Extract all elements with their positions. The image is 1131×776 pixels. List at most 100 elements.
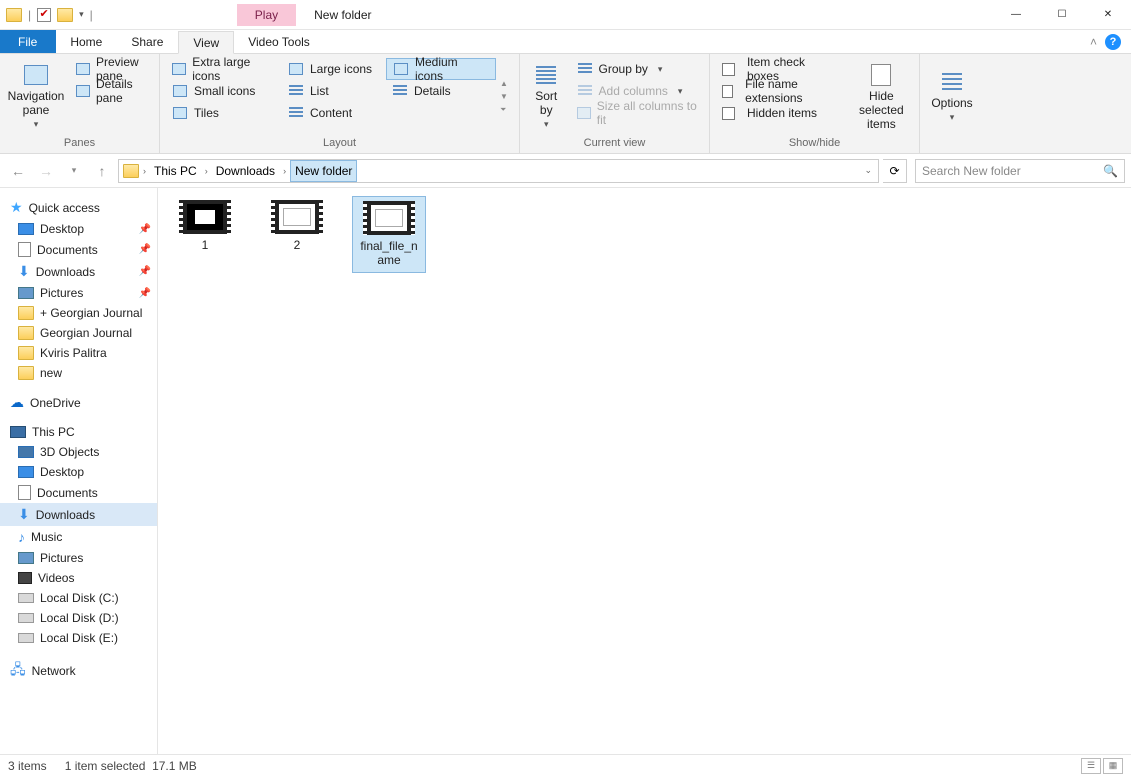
search-box[interactable]: Search New folder 🔍: [915, 159, 1125, 183]
folder-icon[interactable]: [57, 8, 73, 22]
label: Georgian Journal: [40, 326, 132, 340]
window-title: New folder: [314, 8, 371, 22]
details-button[interactable]: Details: [386, 80, 496, 102]
tree-georgian-plus[interactable]: + Georgian Journal: [0, 303, 157, 323]
small-icons-button[interactable]: Small icons: [166, 80, 278, 102]
tree-local-c[interactable]: Local Disk (C:): [0, 588, 157, 608]
label: Pictures: [40, 286, 83, 300]
downloads-icon: ⬇: [18, 263, 30, 280]
details-pane-button[interactable]: Details pane: [70, 80, 153, 102]
tab-file[interactable]: File: [0, 30, 56, 53]
close-button[interactable]: ✕: [1085, 0, 1131, 30]
tab-video-tools[interactable]: Video Tools: [234, 30, 325, 53]
label: OneDrive: [30, 396, 81, 410]
qat-dropdown-icon[interactable]: ▾: [79, 9, 84, 20]
tree-3d-objects[interactable]: 3D Objects: [0, 442, 157, 462]
recent-locations-button[interactable]: ▾: [62, 159, 86, 183]
options-button[interactable]: Options ▾: [926, 58, 978, 135]
large-icons-button[interactable]: Large icons: [282, 58, 382, 80]
tab-home[interactable]: Home: [56, 30, 117, 53]
help-icon[interactable]: ?: [1105, 34, 1121, 50]
tree-georgian[interactable]: Georgian Journal: [0, 323, 157, 343]
hidden-items-toggle[interactable]: Hidden items: [716, 102, 846, 124]
file-name-extensions-toggle[interactable]: File name extensions: [716, 80, 846, 102]
file-item-2[interactable]: 2: [260, 196, 334, 256]
tiles-button[interactable]: Tiles: [166, 102, 278, 124]
collapse-ribbon-icon[interactable]: ˄: [1090, 35, 1097, 49]
label: Pictures: [40, 551, 83, 565]
checkbox-icon[interactable]: ✔: [37, 8, 51, 22]
tree-quick-access[interactable]: ★Quick access: [0, 196, 157, 219]
sort-by-button[interactable]: Sort by ▾: [526, 58, 567, 135]
breadcrumb-downloads[interactable]: Downloads: [212, 160, 279, 182]
back-button[interactable]: ←: [6, 159, 30, 183]
tree-music[interactable]: ♪Music: [0, 526, 157, 548]
sort-by-label: Sort by: [530, 89, 563, 117]
tree-kviris[interactable]: Kviris Palitra: [0, 343, 157, 363]
scroll-down-icon[interactable]: ▼: [500, 92, 508, 101]
tree-network[interactable]: 🖧Network: [0, 656, 157, 686]
navigation-pane-button[interactable]: Navigation pane ▾: [6, 58, 66, 135]
video-icon: [18, 572, 32, 584]
titlebar: | ✔ ▾ | Play New folder — ☐ ✕: [0, 0, 1131, 30]
group-label-current-view: Current view: [526, 135, 703, 153]
search-icon: 🔍: [1103, 164, 1118, 178]
scroll-up-icon[interactable]: ▲: [500, 79, 508, 88]
tree-desktop2[interactable]: Desktop: [0, 462, 157, 482]
address-dropdown-icon[interactable]: ⌄: [862, 165, 874, 176]
video-thumb-icon: [367, 201, 411, 235]
tree-downloads[interactable]: ⬇Downloads📌: [0, 260, 157, 283]
contextual-tab-play[interactable]: Play: [237, 4, 296, 26]
breadcrumb-this-pc[interactable]: This PC: [150, 160, 201, 182]
tree-local-e[interactable]: Local Disk (E:): [0, 628, 157, 648]
medium-icons-button[interactable]: Medium icons: [386, 58, 496, 80]
file-pane[interactable]: 1 2 final_file_name: [158, 188, 1131, 754]
search-placeholder: Search New folder: [922, 164, 1021, 178]
label: Quick access: [29, 201, 100, 215]
size-all-columns-button: Size all columns to fit: [571, 102, 703, 124]
tree-documents[interactable]: Documents📌: [0, 239, 157, 260]
chevron-right-icon[interactable]: ›: [203, 166, 210, 176]
tree-local-d[interactable]: Local Disk (D:): [0, 608, 157, 628]
forward-button[interactable]: →: [34, 159, 58, 183]
pin-icon: 📌: [139, 224, 151, 235]
file-name: final_file_name: [357, 239, 421, 268]
expand-gallery-icon[interactable]: ⏷: [500, 105, 508, 115]
tab-share[interactable]: Share: [117, 30, 178, 53]
tree-this-pc[interactable]: This PC: [0, 422, 157, 442]
tree-desktop[interactable]: Desktop📌: [0, 219, 157, 239]
tab-view[interactable]: View: [178, 31, 234, 54]
address-bar[interactable]: › This PC › Downloads › New folder ⌄: [118, 159, 879, 183]
file-item-final[interactable]: final_file_name: [352, 196, 426, 273]
content-button[interactable]: Content: [282, 102, 382, 124]
list-button[interactable]: List: [282, 80, 382, 102]
maximize-button[interactable]: ☐: [1039, 0, 1085, 30]
tree-new[interactable]: new: [0, 363, 157, 383]
tree-videos[interactable]: Videos: [0, 568, 157, 588]
breadcrumb-new-folder[interactable]: New folder: [290, 160, 357, 182]
tree-pictures2[interactable]: Pictures: [0, 548, 157, 568]
group-by-button[interactable]: Group by▾: [571, 58, 703, 80]
navigation-tree[interactable]: ★Quick access Desktop📌 Documents📌 ⬇Downl…: [0, 188, 158, 754]
status-item-count: 3 items: [8, 759, 47, 773]
tree-downloads2[interactable]: ⬇Downloads: [0, 503, 157, 526]
file-item-1[interactable]: 1: [168, 196, 242, 256]
details-view-button[interactable]: ☰: [1081, 758, 1101, 774]
extra-large-icons-button[interactable]: Extra large icons: [166, 58, 278, 80]
ribbon-group-show-hide: Item check boxes File name extensions Hi…: [710, 54, 920, 153]
label: 3D Objects: [40, 445, 99, 459]
label: new: [40, 366, 62, 380]
tree-pictures[interactable]: Pictures📌: [0, 283, 157, 303]
up-button[interactable]: ↑: [90, 159, 114, 183]
label: Documents: [37, 486, 98, 500]
icons-view-button[interactable]: ▦: [1103, 758, 1123, 774]
minimize-button[interactable]: —: [993, 0, 1039, 30]
tree-documents2[interactable]: Documents: [0, 482, 157, 503]
chevron-right-icon[interactable]: ›: [281, 166, 288, 176]
label: Local Disk (E:): [40, 631, 118, 645]
video-thumb-icon: [275, 200, 319, 234]
chevron-right-icon[interactable]: ›: [141, 166, 148, 176]
hide-selected-items-button[interactable]: Hide selected items: [850, 58, 913, 135]
tree-onedrive[interactable]: ☁OneDrive: [0, 391, 157, 414]
refresh-button[interactable]: ⟳: [883, 159, 907, 183]
